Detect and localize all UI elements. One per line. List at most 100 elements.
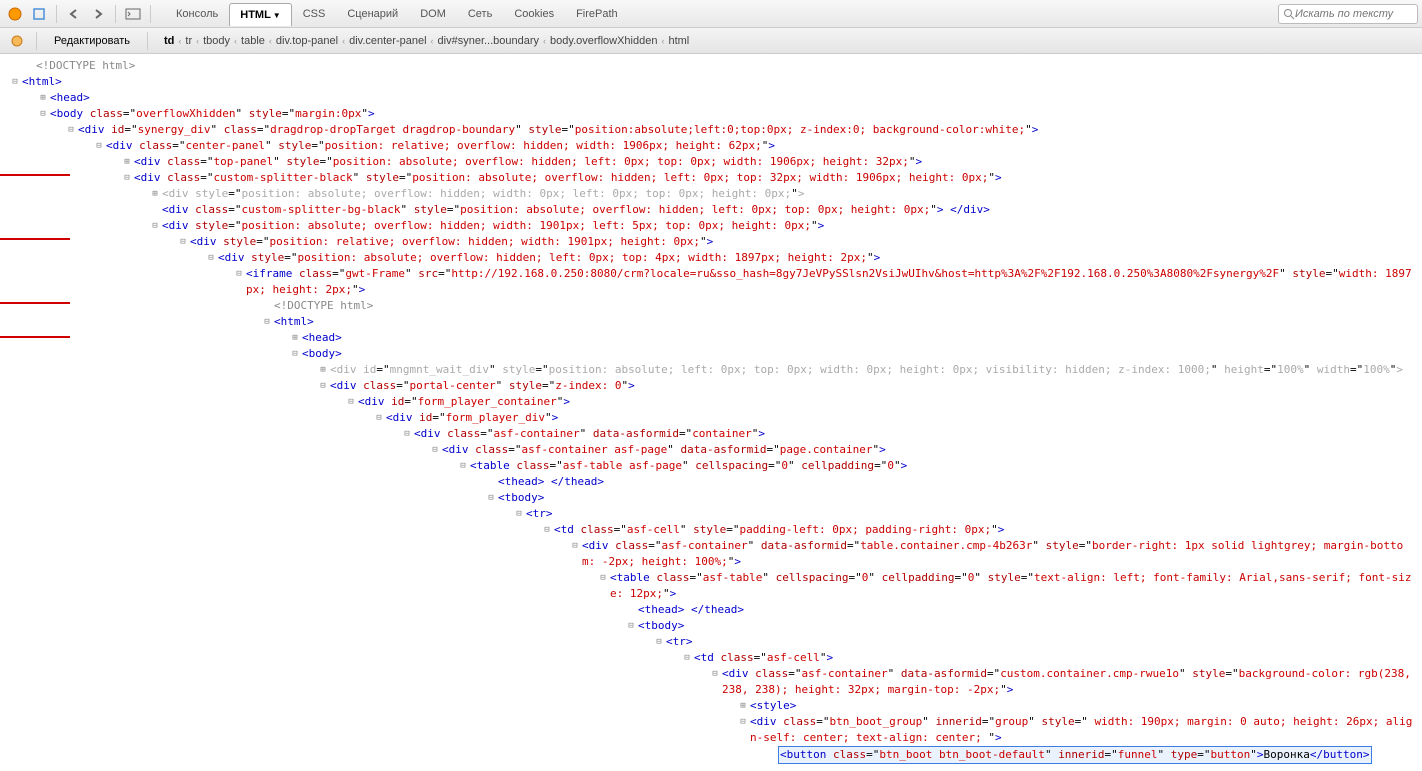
twisty-icon[interactable]: ⊟ (568, 538, 582, 554)
code-line[interactable]: ⊟<html> (0, 314, 1422, 330)
code-line[interactable]: ⊟<div id="form_player_div"> (0, 410, 1422, 426)
tab-html[interactable]: HTML▼ (229, 3, 291, 26)
twisty-icon[interactable]: ⊟ (316, 378, 330, 394)
code-line[interactable]: <button class="btn_boot btn_boot-default… (0, 746, 1422, 764)
breadcrumb-item[interactable]: html (668, 35, 689, 47)
twisty-icon[interactable]: ⊟ (512, 506, 526, 522)
code-line[interactable]: ⊟<tr> (0, 634, 1422, 650)
code-line[interactable]: ⊟<div style="position: relative; overflo… (0, 234, 1422, 250)
tab-firepath[interactable]: FirePath (565, 2, 629, 25)
twisty-icon[interactable]: ⊟ (344, 394, 358, 410)
search-box[interactable] (1278, 4, 1418, 24)
code-line[interactable]: ⊟<td class="asf-cell" style="padding-lef… (0, 522, 1422, 538)
twisty-icon[interactable]: ⊟ (148, 218, 162, 234)
twisty-icon[interactable]: ⊞ (736, 698, 750, 714)
code-line[interactable]: ⊟<div class="asf-container" data-asformi… (0, 666, 1422, 698)
break-icon[interactable] (6, 30, 28, 52)
twisty-icon[interactable]: ⊟ (260, 314, 274, 330)
twisty-icon[interactable]: ⊞ (288, 330, 302, 346)
inspect-icon[interactable] (28, 3, 50, 25)
code-line[interactable]: <div class="custom-splitter-bg-black" st… (0, 202, 1422, 218)
code-line[interactable]: ⊟<div class="center-panel" style="positi… (0, 138, 1422, 154)
back-icon[interactable] (63, 3, 85, 25)
twisty-icon[interactable]: ⊟ (204, 250, 218, 266)
breadcrumb-item[interactable]: table (241, 35, 265, 47)
code-line[interactable]: ⊟<div class="asf-container" data-asformi… (0, 426, 1422, 442)
edit-button[interactable]: Редактировать (45, 31, 139, 51)
tab-сценарий[interactable]: Сценарий (336, 2, 409, 25)
code-line[interactable]: ⊟<div class="btn_boot_group" innerid="gr… (0, 714, 1422, 746)
code-content: <body> (302, 346, 342, 362)
code-line[interactable]: ⊟<td class="asf-cell"> (0, 650, 1422, 666)
breadcrumb-item[interactable]: td (164, 35, 174, 47)
code-line[interactable]: <thead> </thead> (0, 602, 1422, 618)
twisty-icon[interactable]: ⊟ (708, 666, 722, 682)
code-line[interactable]: <!DOCTYPE html> (0, 298, 1422, 314)
tab-dom[interactable]: DOM (409, 2, 457, 25)
code-line[interactable]: ⊟<div class="asf-container" data-asformi… (0, 538, 1422, 570)
breadcrumb-item[interactable]: div#syner...boundary (438, 35, 540, 47)
twisty-icon[interactable]: ⊟ (736, 714, 750, 730)
code-line[interactable]: ⊟<div class="asf-container asf-page" dat… (0, 442, 1422, 458)
twisty-icon[interactable]: ⊟ (400, 426, 414, 442)
code-line[interactable]: ⊞<div id="mngmnt_wait_div" style="positi… (0, 362, 1422, 378)
breadcrumb-item[interactable]: div.center-panel (349, 35, 426, 47)
tab-cookies[interactable]: Cookies (503, 2, 565, 25)
code-line[interactable]: ⊟<tbody> (0, 618, 1422, 634)
twisty-icon[interactable]: ⊟ (456, 458, 470, 474)
code-line[interactable]: ⊞<head> (0, 90, 1422, 106)
code-line[interactable]: ⊟<div class="portal-center" style="z-ind… (0, 378, 1422, 394)
code-line[interactable]: <!DOCTYPE html> (0, 58, 1422, 74)
twisty-icon[interactable]: ⊟ (8, 74, 22, 90)
twisty-icon[interactable]: ⊟ (36, 106, 50, 122)
code-line[interactable]: ⊟<div class="custom-splitter-black" styl… (0, 170, 1422, 186)
code-line[interactable]: <thead> </thead> (0, 474, 1422, 490)
twisty-icon[interactable]: ⊞ (316, 362, 330, 378)
code-line[interactable]: ⊞<div class="top-panel" style="position:… (0, 154, 1422, 170)
twisty-icon[interactable]: ⊟ (652, 634, 666, 650)
twisty-icon[interactable]: ⊞ (148, 186, 162, 202)
code-line[interactable]: ⊟<html> (0, 74, 1422, 90)
search-input[interactable] (1295, 8, 1405, 20)
twisty-icon[interactable]: ⊟ (624, 618, 638, 634)
twisty-icon[interactable]: ⊞ (36, 90, 50, 106)
breadcrumb-item[interactable]: tr (185, 35, 192, 47)
tab-css[interactable]: CSS (292, 2, 337, 25)
twisty-icon[interactable]: ⊞ (120, 154, 134, 170)
code-line[interactable]: ⊟<table class="asf-table" cellspacing="0… (0, 570, 1422, 602)
code-line[interactable]: ⊟<iframe class="gwt-Frame" src="http://1… (0, 266, 1422, 298)
breadcrumb-item[interactable]: tbody (203, 35, 230, 47)
code-line[interactable]: ⊟<div id="form_player_container"> (0, 394, 1422, 410)
tab-сеть[interactable]: Сеть (457, 2, 503, 25)
twisty-icon[interactable]: ⊟ (680, 650, 694, 666)
forward-icon[interactable] (87, 3, 109, 25)
twisty-icon[interactable]: ⊟ (176, 234, 190, 250)
twisty-icon[interactable]: ⊟ (596, 570, 610, 586)
code-line[interactable]: ⊞<style> (0, 698, 1422, 714)
breadcrumb-item[interactable]: body.overflowXhidden (550, 35, 657, 47)
twisty-icon[interactable]: ⊟ (484, 490, 498, 506)
tab-консоль[interactable]: Консоль (165, 2, 229, 25)
code-line[interactable]: ⊟<div style="position: absolute; overflo… (0, 218, 1422, 234)
code-line[interactable]: ⊟<div id="synergy_div" class="dragdrop-d… (0, 122, 1422, 138)
code-line[interactable]: ⊟<tr> (0, 506, 1422, 522)
code-line[interactable]: ⊟<body> (0, 346, 1422, 362)
console-toggle-icon[interactable] (122, 3, 144, 25)
twisty-icon[interactable]: ⊟ (372, 410, 386, 426)
code-line[interactable]: ⊟<tbody> (0, 490, 1422, 506)
code-line[interactable]: ⊞<head> (0, 330, 1422, 346)
code-line[interactable]: ⊟<div style="position: absolute; overflo… (0, 250, 1422, 266)
code-line[interactable]: ⊟<table class="asf-table asf-page" cells… (0, 458, 1422, 474)
twisty-icon[interactable]: ⊟ (288, 346, 302, 362)
twisty-icon[interactable]: ⊟ (92, 138, 106, 154)
twisty-icon[interactable]: ⊟ (232, 266, 246, 282)
twisty-icon[interactable]: ⊟ (64, 122, 78, 138)
html-tree-panel[interactable]: <!DOCTYPE html>⊟<html>⊞<head>⊟<body clas… (0, 54, 1422, 771)
breadcrumb-item[interactable]: div.top-panel (276, 35, 338, 47)
twisty-icon[interactable]: ⊟ (428, 442, 442, 458)
twisty-icon[interactable]: ⊟ (120, 170, 134, 186)
twisty-icon[interactable]: ⊟ (540, 522, 554, 538)
firebug-icon[interactable] (4, 3, 26, 25)
code-line[interactable]: ⊞<div style="position: absolute; overflo… (0, 186, 1422, 202)
code-line[interactable]: ⊟<body class="overflowXhidden" style="ma… (0, 106, 1422, 122)
